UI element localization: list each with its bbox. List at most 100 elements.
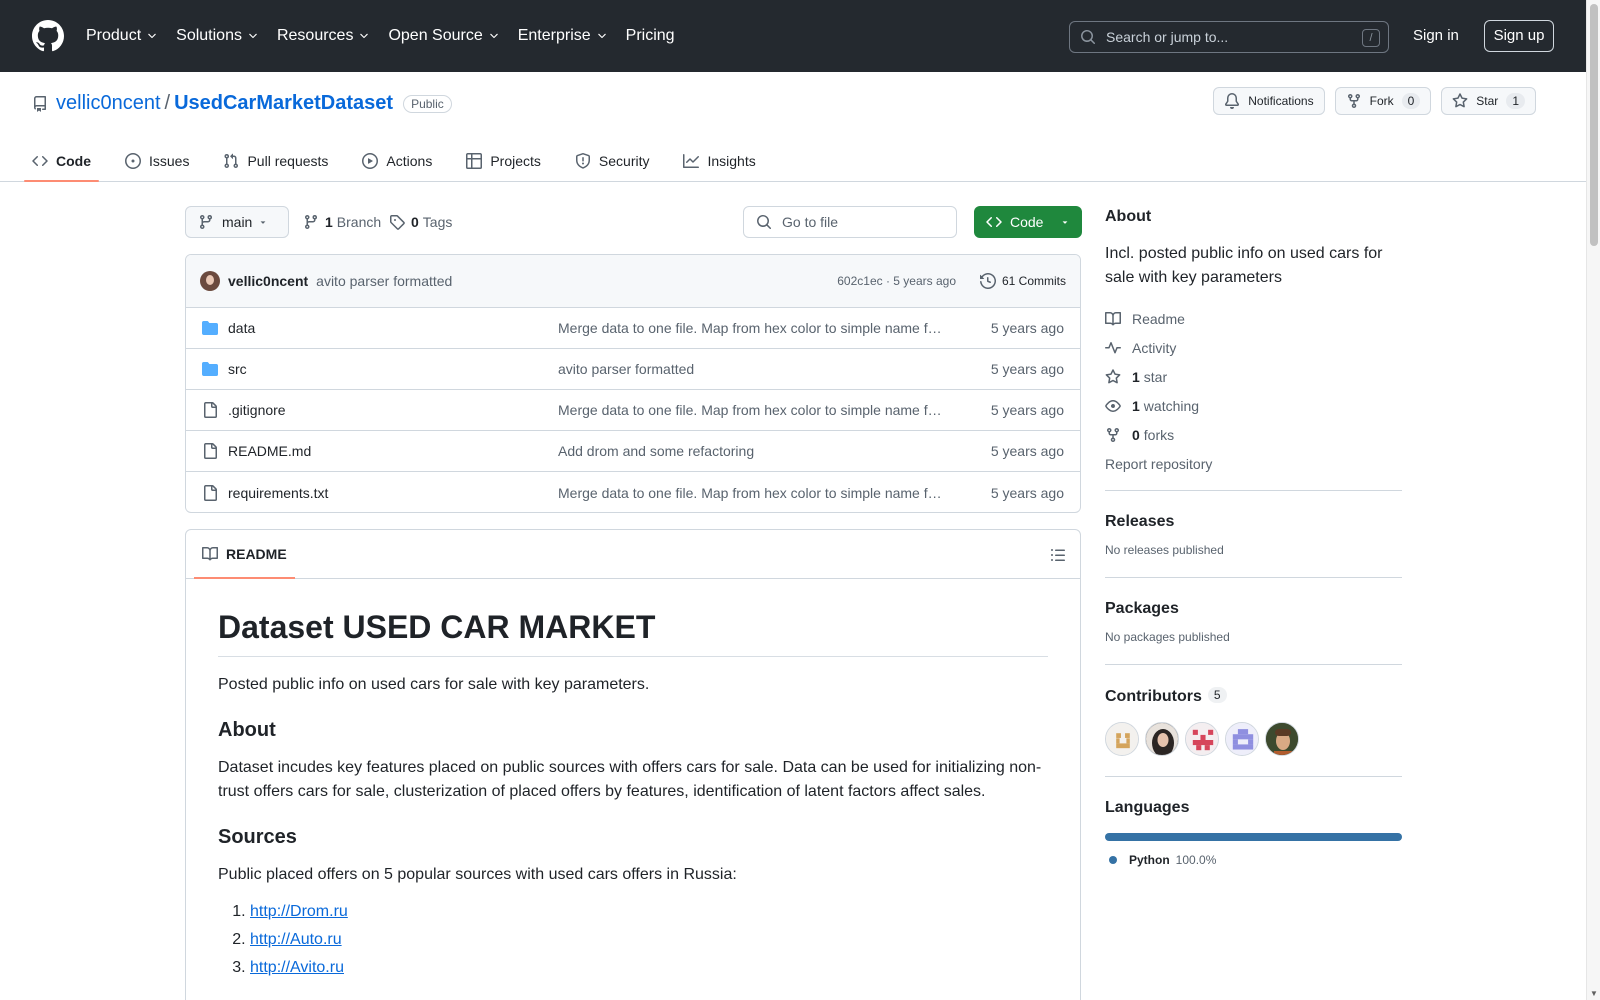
- file-name-link[interactable]: requirements.txt: [228, 485, 558, 501]
- source-link[interactable]: http://Drom.ru: [250, 903, 348, 920]
- code-button-label: Code: [1010, 214, 1044, 230]
- fork-button[interactable]: Fork 0: [1334, 87, 1432, 115]
- table-row[interactable]: README.md Add drom and some refactoring 5 …: [186, 431, 1080, 472]
- sign-in-link[interactable]: Sign in: [1413, 27, 1459, 44]
- list-item: http://Avito.ru: [250, 957, 1048, 979]
- notifications-label: Notifications: [1248, 94, 1314, 108]
- file-name-link[interactable]: .gitignore: [228, 402, 558, 418]
- tab-issues[interactable]: Issues: [117, 140, 197, 182]
- avatar[interactable]: [1145, 722, 1179, 756]
- global-search-input[interactable]: Search or jump to... /: [1069, 21, 1389, 53]
- notifications-button[interactable]: Notifications: [1213, 87, 1325, 115]
- tab-code[interactable]: Code: [24, 140, 99, 182]
- star-button[interactable]: Star 1: [1441, 87, 1536, 115]
- avatar[interactable]: [1225, 722, 1259, 756]
- source-link[interactable]: http://Auto.ru: [250, 931, 342, 948]
- file-name-link[interactable]: src: [228, 361, 558, 377]
- avatar[interactable]: [1185, 722, 1219, 756]
- repo-owner-link[interactable]: vellic0ncent: [56, 92, 161, 115]
- commit-message-link[interactable]: avito parser formatted: [316, 273, 452, 289]
- source-link[interactable]: http://Avito.ru: [250, 959, 344, 976]
- file-type-icon-wrap: [202, 443, 218, 459]
- code-dropdown-button[interactable]: Code: [974, 206, 1082, 238]
- search-placeholder: Search or jump to...: [1106, 29, 1229, 45]
- nav-resources[interactable]: Resources: [277, 27, 370, 45]
- folder-icon: [202, 362, 218, 376]
- nav-solutions[interactable]: Solutions: [176, 27, 259, 45]
- file-name-link[interactable]: data: [228, 320, 558, 336]
- tab-insights[interactable]: Insights: [675, 140, 763, 182]
- file-commit-message-link[interactable]: avito parser formatted: [558, 361, 944, 377]
- language-item-python[interactable]: Python 100.0%: [1105, 853, 1402, 867]
- tags-link[interactable]: 0 Tags: [389, 214, 452, 230]
- tab-pull-requests[interactable]: Pull requests: [215, 140, 336, 182]
- tab-projects-label: Projects: [490, 153, 541, 169]
- avatar[interactable]: [1105, 722, 1139, 756]
- nav-open-source[interactable]: Open Source: [388, 27, 499, 45]
- readme-tab[interactable]: README: [194, 530, 295, 579]
- book-icon: [1105, 311, 1121, 325]
- list-item: http://Drom.ru: [250, 901, 1048, 923]
- nav-enterprise[interactable]: Enterprise: [518, 27, 608, 45]
- table-row[interactable]: requirements.txt Merge data to one file. …: [186, 472, 1080, 512]
- nav-resources-label: Resources: [276, 27, 354, 44]
- go-to-file-input[interactable]: Go to file: [743, 206, 957, 238]
- scroll-down-arrow-icon[interactable]: ▼: [1590, 989, 1598, 998]
- nav-pricing[interactable]: Pricing: [626, 27, 675, 45]
- releases-heading[interactable]: Releases: [1105, 513, 1402, 531]
- watchers-link[interactable]: 1 watching: [1105, 391, 1402, 420]
- list-unordered-icon[interactable]: [1050, 547, 1066, 563]
- repo-sidebar: About Incl. posted public info on used c…: [1105, 208, 1402, 887]
- avatar[interactable]: [1265, 722, 1299, 756]
- file-commit-message-link[interactable]: Merge data to one file. Map from hex col…: [558, 320, 944, 336]
- commits-link[interactable]: 61 Commits: [979, 273, 1066, 289]
- commit-hash-time[interactable]: 602c1ec · 5 years ago: [837, 274, 956, 288]
- repo-tabs: Code Issues Pull requests Actions Projec…: [24, 140, 790, 182]
- github-logo-icon[interactable]: [32, 20, 64, 52]
- file-commit-message-link[interactable]: Merge data to one file. Map from hex col…: [558, 485, 944, 501]
- chevron-down-icon: [360, 33, 369, 39]
- tab-security[interactable]: Security: [567, 140, 658, 182]
- nav-product[interactable]: Product: [86, 27, 158, 45]
- file-commit-date: 5 years ago: [990, 484, 1064, 501]
- report-repository-link[interactable]: Report repository: [1105, 449, 1402, 478]
- pulse-icon: [1105, 341, 1121, 353]
- contributors-section: Contributors 5: [1105, 664, 1402, 776]
- tab-projects[interactable]: Projects: [458, 140, 549, 182]
- avatar[interactable]: [200, 271, 220, 291]
- stars-link[interactable]: 1 star: [1105, 362, 1402, 391]
- tab-actions[interactable]: Actions: [354, 140, 440, 182]
- table-row[interactable]: .gitignore Merge data to one file. Map fr…: [186, 390, 1080, 431]
- activity-link[interactable]: Activity: [1105, 333, 1402, 362]
- nav-enterprise-label: Enterprise: [517, 27, 591, 44]
- readme-tab-label: README: [226, 546, 287, 562]
- readme-sources-list: http://Drom.ru http://Auto.ru http://Avi…: [218, 901, 1048, 979]
- forks-link[interactable]: 0 forks: [1105, 420, 1402, 449]
- table-row[interactable]: src avito parser formatted 5 years ago: [186, 349, 1080, 390]
- commit-author-link[interactable]: vellic0ncent: [228, 273, 308, 289]
- star-count: 1: [1506, 93, 1525, 109]
- packages-empty-text: No packages published: [1105, 630, 1230, 644]
- table-row[interactable]: data Merge data to one file. Map from hex…: [186, 308, 1080, 349]
- tab-code-label: Code: [56, 153, 91, 169]
- branch-selector[interactable]: main: [185, 206, 289, 238]
- stars-count: 1: [1132, 368, 1140, 385]
- page-scrollbar[interactable]: ▼: [1586, 0, 1600, 1000]
- branches-link[interactable]: 1 Branch: [303, 214, 381, 230]
- file-commit-message-link[interactable]: Add drom and some refactoring: [558, 443, 944, 459]
- file-commit-message-link[interactable]: Merge data to one file. Map from hex col…: [558, 402, 944, 418]
- identicon-avatar-icon: [1186, 723, 1218, 755]
- tab-issues-label: Issues: [149, 153, 190, 169]
- scrollbar-thumb[interactable]: [1590, 4, 1598, 246]
- repo-path-separator: /: [164, 92, 171, 114]
- contributors-heading[interactable]: Contributors 5: [1105, 687, 1402, 706]
- tab-pull-requests-label: Pull requests: [247, 153, 329, 169]
- file-name-link[interactable]: README.md: [228, 443, 558, 459]
- packages-heading[interactable]: Packages: [1105, 600, 1402, 618]
- sign-up-button[interactable]: Sign up: [1484, 20, 1554, 52]
- file-type-icon-wrap: [202, 320, 218, 336]
- readme-link[interactable]: Readme: [1105, 304, 1402, 333]
- repo-name-link[interactable]: UsedCarMarketDataset: [174, 92, 393, 115]
- file-commit-date: 5 years ago: [990, 443, 1064, 459]
- branch-name: main: [222, 214, 253, 230]
